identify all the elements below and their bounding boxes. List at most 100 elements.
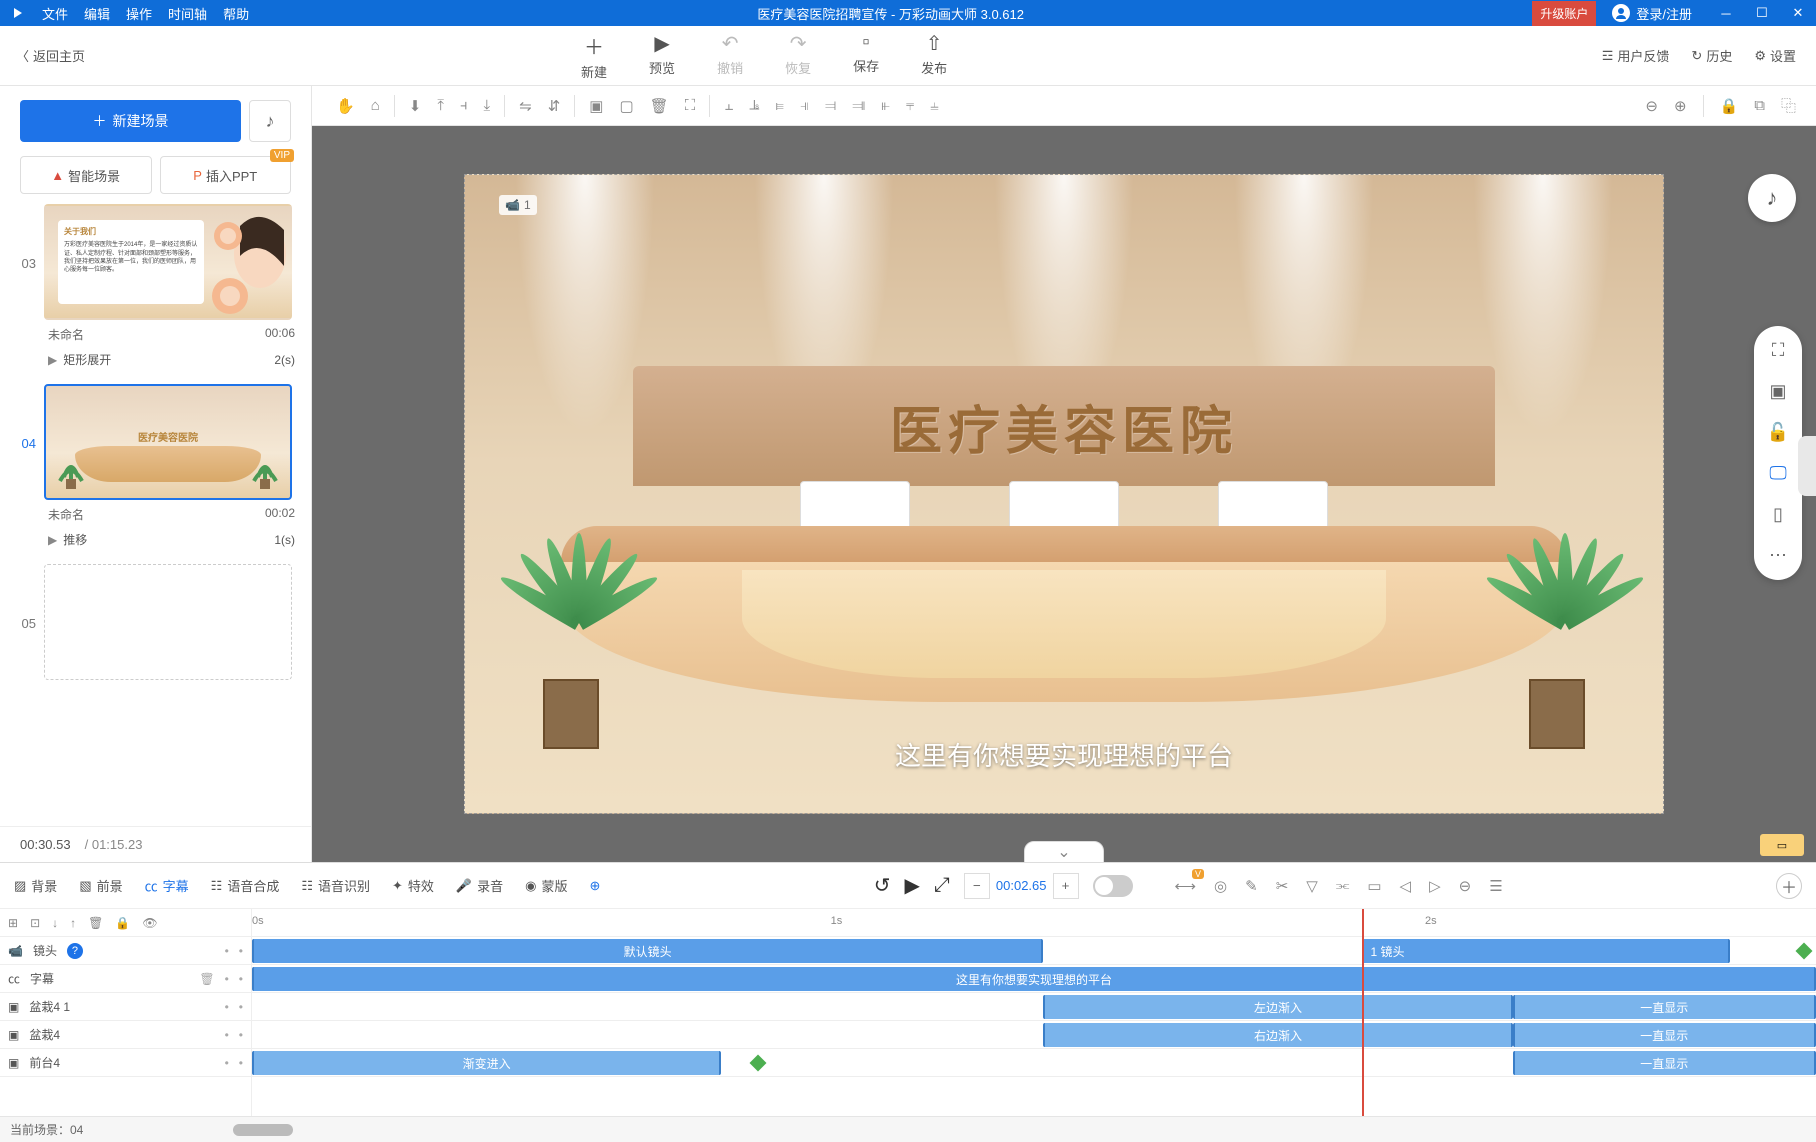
stretch-icon[interactable]: ⟷V <box>1175 877 1197 895</box>
fullscreen-icon[interactable]: ⛶ <box>1772 340 1785 361</box>
tab-mask[interactable]: ◉蒙版 <box>525 876 567 895</box>
crop-icon[interactable]: ⛶ <box>685 97 696 114</box>
layer-icon[interactable]: ▣ <box>1769 381 1786 402</box>
sort-down-icon[interactable]: ↓ <box>52 916 58 930</box>
lock-track-icon[interactable]: 🔒 <box>115 916 130 930</box>
track-bonsai41-header[interactable]: ▣盆栽4 1•• <box>0 993 251 1021</box>
download-icon[interactable]: ⬇ <box>409 97 422 115</box>
menu-edit[interactable]: 编辑 <box>84 4 110 23</box>
track-subtitle[interactable]: 这里有你想要实现理想的平台 <box>252 965 1816 993</box>
undo-button[interactable]: ↶撤销 <box>717 31 743 81</box>
vflip-icon[interactable]: ⇵ <box>548 97 561 115</box>
scene-entry-05[interactable]: 05 <box>12 564 299 680</box>
minimap-indicator[interactable]: ▭ <box>1760 834 1804 856</box>
clip-always[interactable]: 一直显示 <box>1513 1051 1816 1075</box>
tab-subtitle[interactable]: ㏄字幕 <box>145 876 189 895</box>
menu-help[interactable]: 帮助 <box>223 4 249 23</box>
align-right-icon[interactable]: ⫢ <box>775 97 784 114</box>
help-icon[interactable]: ? <box>67 943 83 959</box>
expand-button[interactable]: ⤢ <box>934 874 950 897</box>
maximize-button[interactable]: ☐ <box>1744 0 1780 26</box>
canvas-frame[interactable]: 📹 1 医疗美容医院 <box>464 174 1664 814</box>
tab-more[interactable]: ⊕ <box>589 878 600 894</box>
filter-icon[interactable]: ▽ <box>1306 877 1318 895</box>
zoom-out-button[interactable]: − <box>964 873 990 899</box>
close-button[interactable]: ✕ <box>1780 0 1816 26</box>
redo-button[interactable]: ↷恢复 <box>785 31 811 81</box>
feedback-button[interactable]: ☲用户反馈 <box>1602 46 1670 65</box>
side-tab[interactable] <box>1798 436 1816 496</box>
clip-rightin[interactable]: 右边渐入 <box>1043 1023 1512 1047</box>
canvas-viewport[interactable]: 📹 1 医疗美容医院 <box>312 126 1816 862</box>
playhead[interactable] <box>1362 909 1364 1116</box>
ungroup-icon[interactable]: ▢ <box>619 97 633 115</box>
scene-music-button[interactable]: ♪ <box>249 100 291 142</box>
track-camera[interactable]: 默认镜头 1 镜头 <box>252 937 1816 965</box>
clip-always[interactable]: 一直显示 <box>1513 995 1816 1019</box>
trash-icon[interactable]: 🗑 <box>199 972 214 986</box>
back-home-button[interactable]: 〈 返回主页 <box>0 46 101 65</box>
tab-tts[interactable]: ☷语音合成 <box>211 876 280 895</box>
keyframe[interactable] <box>750 1055 767 1072</box>
tab-background[interactable]: ▨背景 <box>14 876 57 895</box>
clip-fadein[interactable]: 渐变进入 <box>252 1051 721 1075</box>
align-middle-icon[interactable]: ⫤ <box>825 97 836 114</box>
zoom-out-icon[interactable]: ⊖ <box>1645 97 1658 115</box>
middle-icon[interactable]: ⫞ <box>460 97 468 114</box>
history-button[interactable]: ↻历史 <box>1691 46 1732 65</box>
timeline-ruler[interactable]: 0s 1s 2s <box>252 909 1816 937</box>
zoom-in-icon[interactable]: ⊕ <box>1674 97 1687 115</box>
scene-thumbnail[interactable]: 关于我们万彩医疗美容医院生于2014年，是一家经过资质认证、私人定制疗程、针对面… <box>44 204 292 320</box>
mobile-icon[interactable]: ▯ <box>1773 504 1783 525</box>
zoom-in-button[interactable]: + <box>1053 873 1079 899</box>
menu-file[interactable]: 文件 <box>42 4 68 23</box>
remove-icon[interactable]: ⊖ <box>1459 877 1472 895</box>
monitor-icon[interactable]: 🖵 <box>1769 463 1786 484</box>
insert-ppt-button[interactable]: P插入PPTVIP <box>160 156 292 194</box>
copy-icon[interactable]: ⧉ <box>1754 97 1765 114</box>
track-front4[interactable]: 渐变进入 一直显示 <box>252 1049 1816 1077</box>
menu-timeline[interactable]: 时间轴 <box>168 4 207 23</box>
link-icon[interactable]: ⫘ <box>1336 877 1350 894</box>
paste-icon[interactable]: ⿻ <box>1781 95 1796 116</box>
cut-icon[interactable]: ✂ <box>1276 877 1289 895</box>
minimize-button[interactable]: ─ <box>1708 0 1744 26</box>
add-right-icon[interactable]: ⊡ <box>30 916 40 930</box>
marker-icon[interactable]: ▭ <box>1367 877 1381 895</box>
scene-thumbnail-empty[interactable] <box>44 564 292 680</box>
login-button[interactable]: 登录/注册 <box>1602 4 1702 23</box>
hand-tool-icon[interactable]: ✋ <box>336 97 355 115</box>
visibility-icon[interactable]: 👁 <box>142 916 157 930</box>
clip-default-camera[interactable]: 默认镜头 <box>252 939 1043 963</box>
group-icon[interactable]: ▣ <box>589 97 603 115</box>
track-bonsai4-header[interactable]: ▣盆栽4•• <box>0 1021 251 1049</box>
clip-camera-1[interactable]: 1 镜头 <box>1362 939 1730 963</box>
tab-foreground[interactable]: ▧前景 <box>79 876 122 895</box>
tab-record[interactable]: 🎤录音 <box>456 876 503 895</box>
settings-button[interactable]: ⚙设置 <box>1754 46 1796 65</box>
clip-leftin[interactable]: 左边渐入 <box>1043 995 1512 1019</box>
align-bottom-icon[interactable]: ⫥ <box>852 97 865 114</box>
align-top-icon[interactable]: ⫣ <box>800 97 809 114</box>
play-transition-icon[interactable]: ▶ <box>48 353 57 367</box>
align-left-icon[interactable]: ⫠ <box>724 97 733 114</box>
home-icon[interactable]: ⌂ <box>371 97 380 114</box>
clip-always[interactable]: 一直显示 <box>1513 1023 1816 1047</box>
scene-thumbnail-selected[interactable]: 医疗美容医院 <box>44 384 292 500</box>
upgrade-button[interactable]: 升级账户 <box>1532 1 1596 26</box>
scrollbar-thumb[interactable] <box>233 1124 293 1136</box>
play-transition-icon[interactable]: ▶ <box>48 533 57 547</box>
save-button[interactable]: ▫保存 <box>853 31 879 81</box>
more-icon[interactable]: ⋯ <box>1769 545 1787 566</box>
preview-button[interactable]: ▶预览 <box>649 31 675 81</box>
align-center-icon[interactable]: ⫡ <box>749 97 759 114</box>
tab-effects[interactable]: ✦特效 <box>392 876 434 895</box>
distribute-v-icon[interactable]: ⫧ <box>906 97 914 114</box>
rewind-button[interactable]: ↺ <box>874 873 891 898</box>
distribute-h-icon[interactable]: ⫦ <box>881 97 889 114</box>
track-camera-header[interactable]: 📹镜头?•• <box>0 937 251 965</box>
keyframe-end[interactable] <box>1796 943 1813 960</box>
add-left-icon[interactable]: ⊞ <box>8 916 18 930</box>
edit-icon[interactable]: ✎ <box>1245 877 1258 895</box>
menu-icon[interactable]: ☰ <box>1489 877 1502 895</box>
